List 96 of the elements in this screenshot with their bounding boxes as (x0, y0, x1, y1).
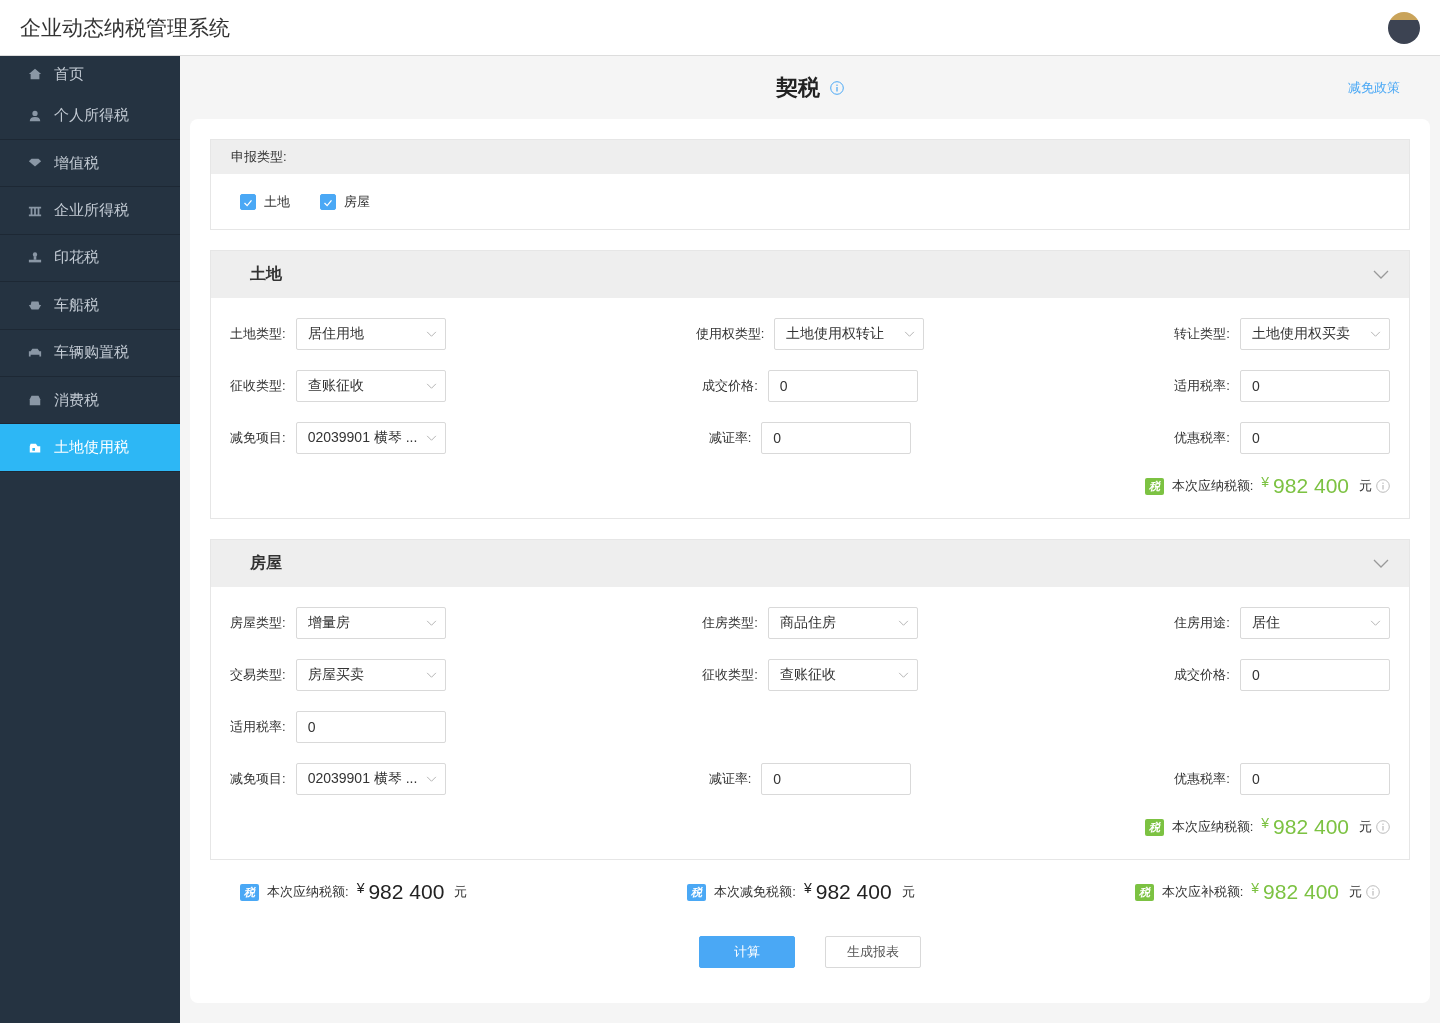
field-label: 土地类型: (230, 325, 286, 343)
currency-symbol: ¥ (1261, 474, 1270, 490)
unit-label: 元 (901, 883, 915, 901)
caret-icon (425, 775, 437, 783)
currency-symbol: ¥ (356, 880, 365, 896)
chevron-icon[interactable] (1373, 269, 1389, 280)
input-field[interactable]: 0 (295, 711, 446, 743)
info-icon[interactable] (1366, 885, 1380, 899)
info-icon[interactable] (1376, 479, 1390, 493)
tax-badge: 税 (240, 883, 259, 901)
checkbox[interactable] (240, 193, 256, 210)
unit-label: 元 (1349, 883, 1362, 901)
section-title: 土地 (250, 264, 282, 284)
person-icon (28, 108, 42, 123)
app-title: 企业动态纳税管理系统 (20, 14, 230, 41)
caret-icon (425, 382, 437, 390)
sidebar-item[interactable]: 首页 (0, 56, 180, 92)
avatar-photo-placeholder[interactable] (1388, 11, 1420, 44)
total-label: 本次减免税额: (714, 883, 796, 901)
select-field[interactable]: 居住用地 (295, 318, 446, 350)
home-icon (28, 67, 42, 81)
total-amount: 982 400 (1273, 474, 1349, 498)
select-field[interactable]: 土地使用权买卖 (1240, 318, 1390, 350)
total-label: 本次应纳税额: (267, 883, 349, 901)
caret-icon (425, 619, 437, 627)
field-label: 住房类型: (702, 614, 758, 632)
total-label: 本次应纳税额: (1171, 477, 1254, 495)
total-amount: 982 400 (1273, 815, 1349, 839)
field-label: 适用税率: (1174, 377, 1230, 395)
field-label: 减免项目: (230, 429, 286, 447)
unit-label: 元 (1359, 818, 1372, 836)
total-label: 本次应纳税额: (1171, 818, 1254, 836)
currency-symbol: ¥ (1251, 880, 1260, 896)
select-field[interactable]: 增量房 (295, 607, 446, 639)
declare-label: 申报类型: (231, 148, 287, 166)
field-label: 房屋类型: (230, 614, 286, 632)
select-field[interactable]: 02039901 横琴 ... (295, 422, 446, 454)
field-label: 优惠税率: (1174, 770, 1230, 788)
field-label: 交易类型: (230, 666, 286, 684)
tax-badge: 税 (1134, 883, 1154, 901)
caret-icon (897, 619, 909, 627)
checkbox[interactable] (320, 193, 336, 210)
field-label: 减免项目: (230, 770, 286, 788)
checkbox-label: 房屋 (344, 192, 370, 211)
caret-icon (1370, 330, 1381, 338)
field-label: 住房用途: (1174, 614, 1230, 632)
field-label: 优惠税率: (1174, 429, 1230, 447)
tax-badge: 税 (687, 883, 707, 901)
page-title: 契税 (776, 73, 820, 102)
total-amount: 982 400 (815, 880, 892, 904)
field-label: 成交价格: (702, 377, 758, 395)
field-label: 征收类型: (702, 666, 758, 684)
tax-badge: 税 (1144, 818, 1164, 836)
input-field[interactable]: 0 (761, 763, 912, 795)
caret-icon (904, 330, 916, 338)
total-amount: 982 400 (1263, 880, 1339, 904)
select-field[interactable]: 商品住房 (767, 607, 918, 639)
select-field[interactable]: 02039901 横琴 ... (295, 763, 446, 795)
info-icon[interactable] (830, 80, 844, 95)
input-field[interactable]: 0 (1240, 422, 1390, 454)
input-field[interactable]: 0 (767, 370, 918, 402)
total-label: 本次应补税额: (1161, 883, 1244, 901)
field-label: 减证率: (708, 429, 752, 447)
chevron-icon[interactable] (1373, 558, 1389, 569)
field-label: 适用税率: (230, 718, 286, 736)
input-field[interactable]: 0 (1240, 659, 1390, 691)
tax-badge: 税 (1144, 477, 1164, 495)
currency-symbol: ¥ (1261, 815, 1270, 831)
field-label: 征收类型: (230, 377, 286, 395)
select-field[interactable]: 居住 (1240, 607, 1390, 639)
field-label: 转让类型: (1174, 325, 1230, 343)
stamp-icon (28, 250, 42, 265)
select-field[interactable]: 查账征收 (295, 370, 446, 402)
field-label: 使用权类型: (695, 325, 765, 343)
info-icon[interactable] (1376, 820, 1390, 834)
field-label: 成交价格: (1174, 666, 1230, 684)
total-amount: 982 400 (368, 880, 445, 904)
unit-label: 元 (1359, 477, 1372, 495)
section-title: 房屋 (250, 553, 282, 573)
input-field[interactable]: 0 (1240, 763, 1390, 795)
unit-label: 元 (454, 883, 468, 901)
checkbox-label: 土地 (264, 192, 290, 211)
currency-symbol: ¥ (803, 880, 812, 896)
select-field[interactable]: 查账征收 (767, 659, 918, 691)
caret-icon (425, 330, 437, 338)
input-field[interactable]: 0 (1240, 370, 1390, 402)
input-field[interactable]: 0 (761, 422, 912, 454)
bag-icon (28, 393, 42, 408)
field-label: 减证率: (708, 770, 752, 788)
select-field[interactable]: 房屋买卖 (295, 659, 446, 691)
caret-icon (425, 434, 437, 442)
caret-icon (897, 671, 909, 679)
caret-icon (425, 671, 437, 679)
select-field[interactable]: 土地使用权转让 (774, 318, 925, 350)
caret-icon (1370, 619, 1381, 627)
report-button[interactable]: 生成报表 (825, 936, 921, 968)
